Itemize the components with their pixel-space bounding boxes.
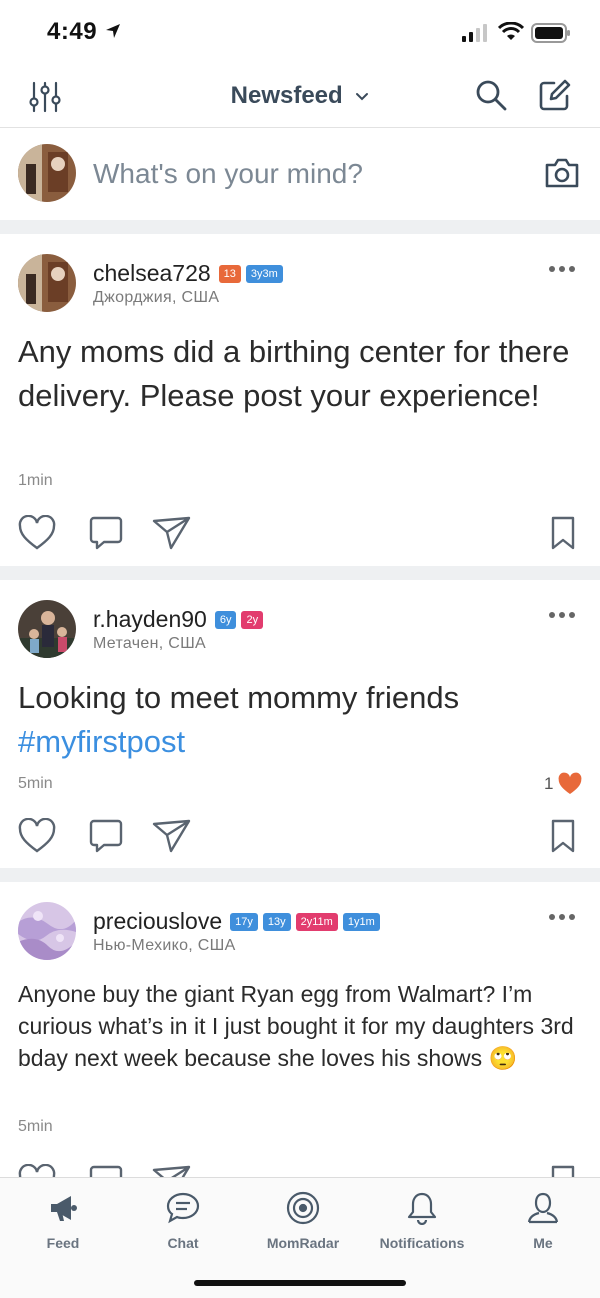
- bookmark-icon[interactable]: [550, 515, 576, 556]
- user-location: Метачен, США: [93, 635, 207, 652]
- avatar[interactable]: [18, 254, 76, 312]
- status-time: 4:49: [47, 18, 98, 45]
- like-count-value: 1: [544, 774, 554, 793]
- heart-filled-icon: [559, 772, 582, 794]
- bookmark-icon[interactable]: [550, 1164, 576, 1177]
- post-actions: [18, 817, 578, 859]
- child-age-badge: 13y: [262, 912, 291, 931]
- bookmark-icon[interactable]: [550, 818, 576, 859]
- child-age-badge: 1y1m: [342, 912, 380, 931]
- child-age-badge: 6y: [214, 610, 237, 629]
- emoji-eyeroll: 🙄: [488, 1045, 518, 1071]
- username[interactable]: chelsea728: [93, 260, 211, 287]
- tab-label: Feed: [46, 1235, 80, 1251]
- avatar[interactable]: [18, 600, 76, 658]
- child-age-badge: 2y: [241, 610, 264, 629]
- battery-icon: [531, 23, 570, 43]
- tab-momradar[interactable]: MomRadar: [243, 1190, 363, 1251]
- post-composer[interactable]: What's on your mind?: [0, 128, 600, 220]
- more-options-icon[interactable]: [548, 264, 576, 274]
- tab-label: MomRadar: [266, 1235, 340, 1251]
- child-age-badge: 13: [218, 264, 241, 283]
- compose-icon[interactable]: [538, 78, 572, 112]
- home-indicator[interactable]: [194, 1280, 406, 1286]
- separator: [0, 868, 600, 882]
- tab-feed[interactable]: Feed: [3, 1190, 123, 1251]
- user-location: Джорджия, США: [93, 289, 220, 306]
- search-icon[interactable]: [474, 78, 508, 112]
- share-icon[interactable]: [152, 818, 192, 859]
- tab-chat[interactable]: Chat: [123, 1190, 243, 1251]
- location-arrow-icon: [106, 24, 120, 38]
- post-text: Looking to meet mommy friends #myfirstpo…: [18, 676, 583, 764]
- like-icon[interactable]: [18, 514, 56, 556]
- person-icon: [527, 1192, 559, 1224]
- composer-placeholder[interactable]: What's on your mind?: [93, 158, 363, 190]
- feed-post[interactable]: preciouslove 17y 13y 2y11m 1y1m Нью-Мехи…: [0, 882, 600, 1177]
- username[interactable]: preciouslove: [93, 908, 222, 935]
- more-options-icon[interactable]: [548, 610, 576, 620]
- megaphone-icon: [51, 1196, 77, 1221]
- feed-post[interactable]: r.hayden90 6y 2y Метачен, США Looking to…: [0, 580, 600, 868]
- radar-icon: [286, 1191, 320, 1225]
- separator: [0, 220, 600, 234]
- like-icon[interactable]: [18, 817, 56, 859]
- post-actions: [18, 1163, 578, 1177]
- separator: [0, 566, 600, 580]
- like-count[interactable]: 1: [544, 772, 583, 796]
- post-text: Any moms did a birthing center for there…: [18, 334, 570, 413]
- hashtag-link[interactable]: #myfirstpost: [18, 720, 583, 764]
- comment-icon[interactable]: [88, 515, 124, 556]
- post-time: 5min: [18, 775, 53, 792]
- comment-icon[interactable]: [88, 1164, 124, 1177]
- camera-icon[interactable]: [544, 156, 580, 190]
- post-text: Anyone buy the giant Ryan egg from Walma…: [18, 978, 578, 1074]
- child-age-badge: 3y3m: [245, 264, 283, 283]
- post-time: 5min: [18, 1118, 53, 1135]
- share-icon[interactable]: [152, 515, 192, 556]
- chevron-down-icon: [356, 92, 369, 101]
- tab-me[interactable]: Me: [483, 1190, 600, 1251]
- tab-label: Me: [533, 1235, 553, 1251]
- chat-bubble-icon: [166, 1192, 200, 1224]
- newsfeed-dropdown[interactable]: Newsfeed: [0, 82, 600, 110]
- wifi-icon: [498, 22, 524, 40]
- avatar[interactable]: [18, 144, 76, 202]
- tab-label: Notifications: [379, 1235, 465, 1251]
- feed-post[interactable]: chelsea728 13 3y3m Джорджия, США Any mom…: [0, 234, 600, 566]
- more-options-icon[interactable]: [548, 912, 576, 922]
- user-location: Нью-Мехико, США: [93, 937, 236, 954]
- comment-icon[interactable]: [88, 818, 124, 859]
- post-actions: [18, 514, 578, 556]
- bell-icon: [407, 1192, 437, 1225]
- share-icon[interactable]: [152, 1164, 192, 1177]
- post-text-line: Looking to meet mommy friends: [18, 680, 460, 715]
- child-age-badge: 17y: [230, 912, 258, 931]
- username[interactable]: r.hayden90: [93, 606, 207, 633]
- tab-label: Chat: [167, 1235, 199, 1251]
- like-icon[interactable]: [18, 1163, 56, 1177]
- post-time: 1min: [18, 472, 53, 489]
- avatar[interactable]: [18, 902, 76, 960]
- status-bar: 4:49: [0, 0, 600, 64]
- nav-bar: Newsfeed: [0, 64, 600, 128]
- cellular-signal-icon: [462, 24, 487, 42]
- page-title: Newsfeed: [230, 82, 343, 109]
- tab-notifications[interactable]: Notifications: [362, 1190, 482, 1251]
- child-age-badge: 2y11m: [295, 912, 338, 931]
